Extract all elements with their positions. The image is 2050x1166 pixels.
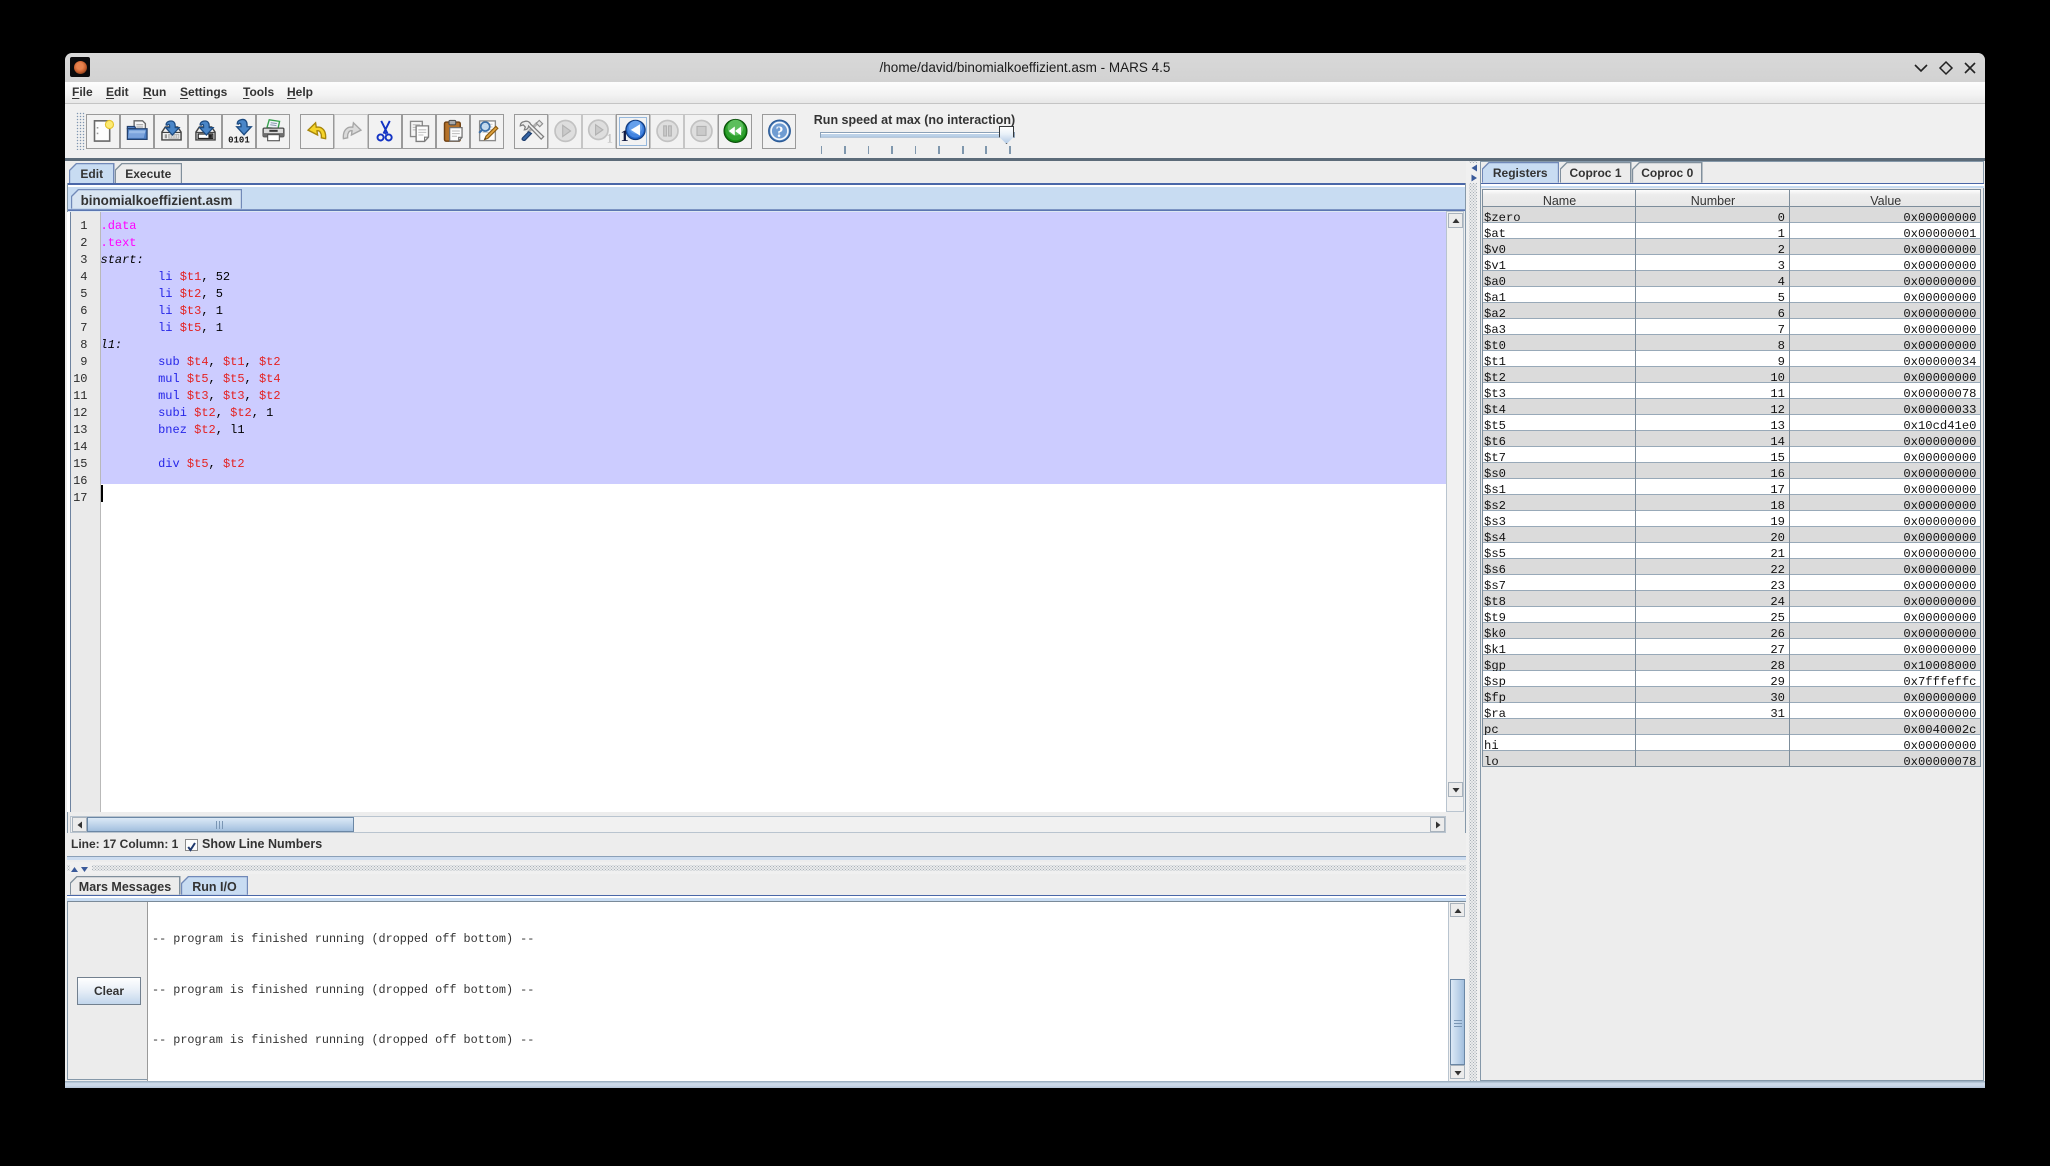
svg-text:1: 1 — [606, 130, 612, 145]
svg-text:1: 1 — [620, 126, 628, 145]
svg-text:0101: 0101 — [228, 136, 250, 145]
